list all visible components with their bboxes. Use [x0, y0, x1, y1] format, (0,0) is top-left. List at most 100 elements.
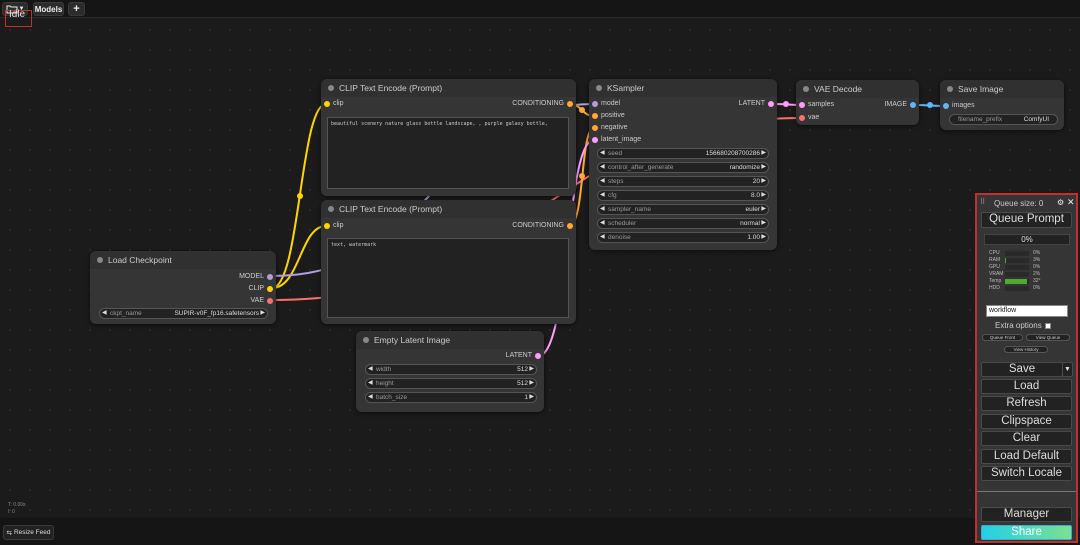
widget-denoise[interactable]: ◀ denoise 1.00 ▶	[597, 232, 769, 243]
load-default-button[interactable]: Load Default	[981, 449, 1072, 464]
extra-options-checkbox[interactable]	[1044, 322, 1051, 329]
node-clip-text-encode-positive[interactable]: CLIP Text Encode (Prompt) clip CONDITION…	[321, 79, 576, 196]
decrement-arrow-icon[interactable]: ◀	[368, 393, 373, 402]
decrement-arrow-icon[interactable]: ◀	[368, 379, 373, 388]
output-slot-image[interactable]	[910, 102, 916, 108]
widget-filename-prefix[interactable]: filename_prefix ComfyUI	[949, 114, 1058, 125]
widget-value: 156680208700286	[705, 150, 760, 157]
widget-cfg[interactable]: ◀ cfg 8.0 ▶	[597, 190, 769, 201]
decrement-arrow-icon[interactable]: ◀	[600, 163, 605, 172]
prompt-textarea[interactable]: beautiful scenery nature glass bottle la…	[327, 117, 569, 189]
node-title: KSampler	[589, 79, 777, 97]
manager-button[interactable]: Manager	[981, 507, 1072, 522]
input-slot-positive[interactable]	[592, 113, 598, 119]
share-button[interactable]: Share	[981, 525, 1072, 540]
progress-label: 0%	[1021, 235, 1033, 244]
input-slot-vae[interactable]	[799, 115, 805, 121]
input-slot-clip[interactable]	[324, 101, 330, 107]
gear-icon[interactable]: ⚙	[1057, 198, 1064, 207]
decrement-arrow-icon[interactable]: ◀	[600, 177, 605, 186]
clipspace-button[interactable]: Clipspace	[981, 414, 1072, 429]
input-label-clip: clip	[333, 222, 344, 229]
node-empty-latent-image[interactable]: Empty Latent Image LATENT ◀ width 512 ▶ …	[356, 331, 544, 412]
increment-arrow-icon[interactable]: ▶	[761, 191, 766, 200]
save-options-dropdown[interactable]: ▼	[1062, 362, 1073, 377]
output-slot-latent[interactable]	[535, 353, 541, 359]
switch-locale-button[interactable]: Switch Locale	[981, 466, 1072, 481]
stat-label: RAM	[989, 257, 1001, 263]
view-history-button[interactable]: View History	[1004, 346, 1048, 353]
widget-label: seed	[608, 150, 623, 157]
widget-height[interactable]: ◀ height 512 ▶	[365, 378, 537, 389]
output-slot-clip[interactable]	[267, 286, 273, 292]
resize-feed-button[interactable]: ⇆ Resize Feed	[3, 525, 54, 540]
increment-arrow-icon[interactable]: ▶	[529, 379, 534, 388]
close-icon[interactable]: ✕	[1067, 197, 1075, 208]
output-slot-model[interactable]	[267, 274, 273, 280]
widget-label: steps	[608, 178, 624, 185]
input-slot-samples[interactable]	[799, 102, 805, 108]
increment-arrow-icon[interactable]: ▶	[529, 393, 534, 402]
increment-arrow-icon[interactable]: ▶	[761, 177, 766, 186]
queue-front-button[interactable]: Queue Front	[982, 334, 1023, 341]
output-slot-latent[interactable]	[768, 101, 774, 107]
decrement-arrow-icon[interactable]: ◀	[368, 365, 373, 374]
view-queue-button[interactable]: View Queue	[1026, 334, 1070, 341]
widget-seed[interactable]: ◀ seed 156680208700286 ▶	[597, 148, 769, 159]
node-vae-decode[interactable]: VAE Decode samples vae IMAGE	[796, 80, 919, 125]
save-button[interactable]: Save	[981, 362, 1063, 377]
refresh-button[interactable]: Refresh	[981, 396, 1072, 411]
widget-label: height	[376, 380, 394, 387]
stat-label: VRAM	[989, 271, 1004, 277]
output-slot-conditioning[interactable]	[567, 223, 573, 229]
node-save-image[interactable]: Save Image images filename_prefix ComfyU…	[940, 80, 1064, 130]
increment-arrow-icon[interactable]: ▶	[761, 163, 766, 172]
extra-options-row: Extra options	[995, 321, 1051, 330]
input-slot-clip[interactable]	[324, 223, 330, 229]
widget-control-after-generate[interactable]: ◀ control_after_generate randomize ▶	[597, 162, 769, 173]
output-slot-conditioning[interactable]	[567, 101, 573, 107]
widget-width[interactable]: ◀ width 512 ▶	[365, 364, 537, 375]
input-slot-model[interactable]	[592, 101, 598, 107]
decrement-arrow-icon[interactable]: ◀	[600, 149, 605, 158]
clear-button[interactable]: Clear	[981, 431, 1072, 446]
node-ksampler[interactable]: KSampler model positive negative latent_…	[589, 79, 777, 250]
input-slot-latent-image[interactable]	[592, 137, 598, 143]
increment-arrow-icon[interactable]: ▶	[260, 309, 265, 318]
widget-batch-size[interactable]: ◀ batch_size 1 ▶	[365, 392, 537, 403]
decrement-arrow-icon[interactable]: ◀	[102, 309, 107, 318]
node-title: CLIP Text Encode (Prompt)	[321, 79, 576, 97]
resize-icon: ⇆	[6, 529, 12, 537]
bottom-bar	[0, 518, 1080, 545]
output-label-conditioning: CONDITIONING	[512, 222, 564, 229]
increment-arrow-icon[interactable]: ▶	[761, 233, 766, 242]
output-label-model: MODEL	[239, 273, 264, 280]
decrement-arrow-icon[interactable]: ◀	[600, 219, 605, 228]
increment-arrow-icon[interactable]: ▶	[761, 205, 766, 214]
load-button[interactable]: Load	[981, 379, 1072, 394]
input-slot-negative[interactable]	[592, 125, 598, 131]
workflow-name-input[interactable]: workflow	[986, 305, 1068, 317]
decrement-arrow-icon[interactable]: ◀	[600, 205, 605, 214]
increment-arrow-icon[interactable]: ▶	[761, 219, 766, 228]
node-clip-text-encode-negative[interactable]: CLIP Text Encode (Prompt) clip CONDITION…	[321, 200, 576, 324]
increment-arrow-icon[interactable]: ▶	[529, 365, 534, 374]
widget-ckpt-name[interactable]: ◀ ckpt_name SUPIR-v0F_fp16.safetensors ▶	[99, 308, 268, 319]
queue-prompt-button[interactable]: Queue Prompt	[981, 212, 1072, 228]
widget-scheduler[interactable]: ◀ scheduler normal ▶	[597, 218, 769, 229]
widget-value: 1.00	[747, 234, 760, 241]
node-load-checkpoint[interactable]: Load Checkpoint MODEL CLIP VAE ◀ ckpt_na…	[90, 251, 276, 324]
input-label-samples: samples	[808, 101, 835, 108]
drag-handle-icon[interactable]: ⠿	[980, 198, 985, 206]
decrement-arrow-icon[interactable]: ◀	[600, 233, 605, 242]
widget-value: normal	[740, 220, 760, 227]
input-label-negative: negative	[601, 124, 628, 131]
output-slot-vae[interactable]	[267, 298, 273, 304]
prompt-textarea[interactable]: text, watermark	[327, 238, 569, 318]
increment-arrow-icon[interactable]: ▶	[761, 149, 766, 158]
widget-steps[interactable]: ◀ steps 20 ▶	[597, 176, 769, 187]
stat-bar	[1005, 258, 1029, 263]
decrement-arrow-icon[interactable]: ◀	[600, 191, 605, 200]
input-slot-images[interactable]	[943, 103, 949, 109]
widget-sampler-name[interactable]: ◀ sampler_name euler ▶	[597, 204, 769, 215]
